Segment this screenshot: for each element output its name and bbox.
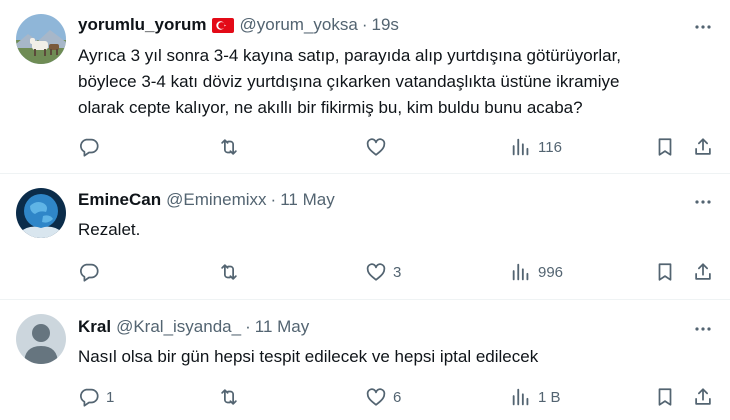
user-handle[interactable]: @Kral_isyanda_ — [116, 317, 241, 337]
reply-button[interactable] — [78, 257, 106, 287]
post-1[interactable]: yorumlu_yorum @yorum_yoksa · 19s Ayrıca … — [0, 0, 730, 173]
action-bar: 3 996 — [70, 257, 724, 287]
bookmark-button[interactable] — [654, 382, 676, 412]
like-icon — [365, 386, 387, 408]
post-text-line: böylece 3-4 katı döviz yurtdışına çıkark… — [78, 72, 620, 91]
like-icon — [365, 261, 387, 283]
post-text-line: olarak cepte kalıyor, ne akıllı bir fiki… — [78, 98, 583, 117]
reply-icon — [78, 386, 100, 408]
reply-count: 1 — [106, 388, 115, 406]
more-icon[interactable] — [692, 16, 714, 38]
reply-button[interactable] — [78, 132, 106, 162]
repost-icon — [218, 261, 240, 283]
views-icon — [510, 261, 532, 283]
display-name[interactable]: Kral — [78, 317, 111, 337]
action-bar: 1 6 1 B — [70, 382, 724, 412]
share-icon — [692, 261, 714, 283]
like-button[interactable]: 3 — [365, 257, 401, 287]
display-name[interactable]: EmineCan — [78, 190, 161, 210]
separator-dot: · — [361, 15, 368, 34]
view-count: 996 — [538, 263, 564, 281]
share-icon — [692, 386, 714, 408]
views-button[interactable]: 996 — [510, 257, 563, 287]
user-handle[interactable]: @yorum_yoksa — [239, 15, 357, 35]
separator-dot: · — [270, 190, 277, 209]
post-text: Rezalet. — [78, 217, 708, 243]
more-icon[interactable] — [692, 191, 714, 213]
share-button[interactable] — [692, 257, 714, 287]
view-count: 1 B — [538, 388, 561, 406]
bookmark-button[interactable] — [654, 257, 676, 287]
like-button[interactable]: 6 — [365, 382, 401, 412]
repost-button[interactable] — [218, 382, 246, 412]
bookmark-icon — [654, 136, 676, 158]
timestamp[interactable]: 19s — [372, 15, 399, 35]
default-avatar-icon — [16, 314, 66, 364]
share-button[interactable] — [692, 382, 714, 412]
action-bar: 116 — [70, 132, 724, 162]
avatar[interactable] — [16, 14, 66, 64]
avatar-image — [16, 14, 66, 64]
reply-icon — [78, 136, 100, 158]
post-text-line: Rezalet. — [78, 220, 141, 239]
bookmark-icon — [654, 261, 676, 283]
more-icon[interactable] — [692, 318, 714, 340]
bookmark-button[interactable] — [654, 132, 676, 162]
repost-icon — [218, 136, 240, 158]
avatar[interactable] — [16, 314, 66, 364]
separator-dot: · — [245, 317, 251, 336]
post-header: Kral @Kral_isyanda_ · 11 May — [78, 317, 309, 337]
repost-button[interactable] — [218, 132, 246, 162]
share-button[interactable] — [692, 132, 714, 162]
view-count: 116 — [538, 138, 562, 156]
like-icon — [365, 136, 387, 158]
post-text-line: Ayrıca 3 yıl sonra 3-4 kayına satıp, par… — [78, 46, 622, 65]
post-text: Nasıl olsa bir gün hepsi tespit edilecek… — [78, 344, 708, 370]
reply-button[interactable]: 1 — [78, 382, 114, 412]
timestamp[interactable]: 11 May — [255, 317, 310, 337]
like-button[interactable] — [365, 132, 393, 162]
views-button[interactable]: 116 — [510, 132, 562, 162]
reply-icon — [78, 261, 100, 283]
post-text-line: Nasıl olsa bir gün hepsi tespit edilecek… — [78, 347, 539, 366]
post-2[interactable]: EmineCan @Eminemixx · 11 May Rezalet. 3 … — [0, 174, 730, 299]
views-icon — [510, 136, 532, 158]
timestamp[interactable]: 11 May — [280, 190, 335, 210]
like-count: 6 — [393, 388, 402, 406]
repost-icon — [218, 386, 240, 408]
post-text: Ayrıca 3 yıl sonra 3-4 kayına satıp, par… — [78, 43, 708, 121]
display-name[interactable]: yorumlu_yorum — [78, 15, 206, 35]
post-header: EmineCan @Eminemixx · 11 May — [78, 190, 335, 210]
repost-button[interactable] — [218, 257, 246, 287]
avatar[interactable] — [16, 188, 66, 238]
avatar-image — [16, 188, 66, 238]
user-handle[interactable]: @Eminemixx — [166, 190, 266, 210]
post-header: yorumlu_yorum @yorum_yoksa · 19s — [78, 15, 399, 35]
bookmark-icon — [654, 386, 676, 408]
views-icon — [510, 386, 532, 408]
views-button[interactable]: 1 B — [510, 382, 561, 412]
like-count: 3 — [393, 263, 402, 281]
post-3[interactable]: Kral @Kral_isyanda_ · 11 May Nasıl olsa … — [0, 300, 730, 420]
share-icon — [692, 136, 714, 158]
turkey-flag-icon — [212, 17, 235, 33]
